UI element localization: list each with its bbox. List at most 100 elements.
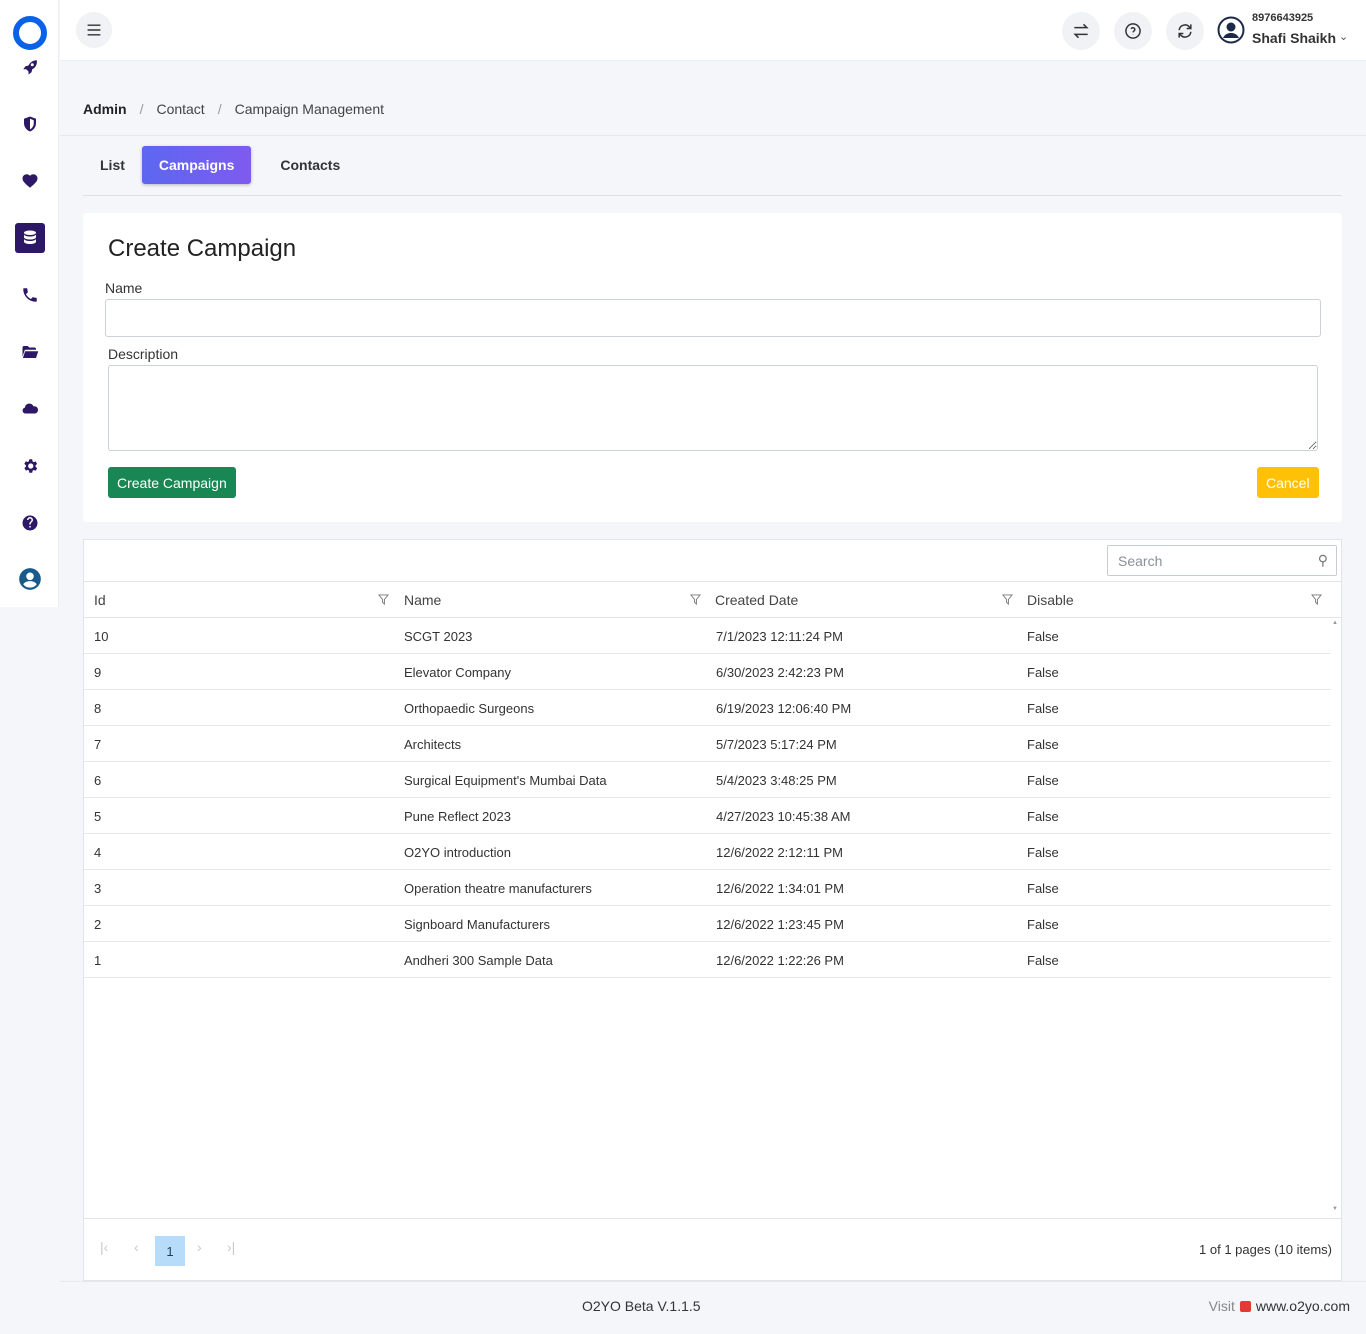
cell-created-date: 6/19/2023 12:06:40 PM (716, 700, 852, 716)
filter-icon[interactable] (690, 594, 701, 605)
cell-id: 4 (94, 844, 102, 860)
search-input[interactable]: Search ⚲ (1107, 545, 1337, 576)
prev-page-icon[interactable]: ‹ (134, 1239, 139, 1255)
next-page-icon[interactable]: › (197, 1239, 202, 1255)
top-header: 8976643925 Shafi Shaikh ⌄ (60, 0, 1366, 61)
last-page-icon[interactable]: ›| (227, 1239, 235, 1255)
filter-icon[interactable] (1002, 594, 1013, 605)
cell-name: Andheri 300 Sample Data (404, 952, 553, 968)
search-icon[interactable]: ⚲ (1318, 552, 1328, 569)
user-avatar-icon[interactable] (1217, 16, 1245, 44)
column-header-id[interactable]: Id (94, 582, 106, 618)
shield-icon[interactable] (15, 109, 45, 139)
breadcrumb: Admin / Contact / Campaign Management (83, 101, 384, 117)
cell-created-date: 7/1/2023 12:11:24 PM (716, 628, 843, 644)
chevron-down-icon[interactable]: ⌄ (1339, 30, 1348, 43)
column-header-disable[interactable]: Disable (1027, 582, 1074, 618)
cell-created-date: 12/6/2022 1:34:01 PM (716, 880, 844, 896)
table-row[interactable]: 3 Operation theatre manufacturers 12/6/202… (84, 870, 1331, 906)
tab-list[interactable]: List (83, 146, 142, 184)
table-row[interactable]: 2 Signboard Manufacturers 12/6/2022 1:23:4… (84, 906, 1331, 942)
search-placeholder: Search (1118, 552, 1163, 569)
create-campaign-button[interactable]: Create Campaign (108, 467, 236, 498)
column-header-name[interactable]: Name (404, 582, 441, 618)
rocket-icon[interactable] (15, 52, 45, 82)
tab-campaigns[interactable]: Campaigns (141, 146, 252, 184)
table-row[interactable]: 8 Orthopaedic Surgeons 6/19/2023 12:06:40 … (84, 690, 1331, 726)
phone-icon[interactable] (15, 280, 45, 310)
heart-icon[interactable] (15, 166, 45, 196)
cell-id: 1 (94, 952, 102, 968)
table-row[interactable]: 1 Andheri 300 Sample Data 12/6/2022 1:22:2… (84, 942, 1331, 978)
cell-id: 7 (94, 736, 102, 752)
page-number[interactable]: 1 (155, 1236, 185, 1266)
cell-disable: False (1027, 772, 1059, 788)
visit-label: Visit (1208, 1298, 1235, 1314)
cell-created-date: 6/30/2023 2:42:23 PM (716, 664, 844, 680)
gear-icon[interactable] (15, 451, 45, 481)
table-body: 10 SCGT 2023 7/1/2023 12:11:24 PM False 9 Ele… (84, 618, 1331, 978)
cell-name: Orthopaedic Surgeons (404, 700, 535, 716)
cell-id: 9 (94, 664, 102, 680)
table-row[interactable]: 5 Pune Reflect 2023 4/27/2023 10:45:38 AM F… (84, 798, 1331, 834)
refresh-icon[interactable] (1166, 12, 1204, 50)
footer-visit[interactable]: Visit www.o2yo.com (1209, 1298, 1350, 1314)
user-circle-icon[interactable] (15, 564, 45, 594)
cell-disable: False (1027, 916, 1059, 932)
pager-info: 1 of 1 pages (10 items) (1199, 1242, 1332, 1257)
description-label: Description (108, 346, 179, 362)
o2yo-logo[interactable] (13, 16, 47, 50)
footer-version: O2YO Beta V.1.1.5 (582, 1298, 701, 1314)
cell-disable: False (1027, 664, 1059, 680)
cell-id: 2 (94, 916, 102, 932)
cell-name: Surgical Equipment's Mumbai Data (404, 772, 607, 788)
cell-disable: False (1027, 628, 1059, 644)
table-row[interactable]: 10 SCGT 2023 7/1/2023 12:11:24 PM False (84, 618, 1331, 654)
user-phone: 8976643925 (1252, 12, 1314, 24)
name-label: Name (105, 280, 143, 296)
first-page-icon[interactable]: |‹ (100, 1239, 108, 1255)
filter-icon[interactable] (1311, 594, 1322, 605)
scroll-down-arrow[interactable]: ▼ (1332, 1206, 1338, 1212)
breadcrumb-campaign-management: Campaign Management (234, 101, 385, 117)
tab-contacts[interactable]: Contacts (263, 146, 357, 184)
table-row[interactable]: 9 Elevator Company 6/30/2023 2:42:23 PM Fal… (84, 654, 1331, 690)
column-header-created-date[interactable]: Created Date (715, 582, 798, 618)
hamburger-menu-icon[interactable] (76, 12, 112, 48)
breadcrumb-admin[interactable]: Admin (83, 101, 127, 117)
pager: |‹ ‹ 1 › ›| 1 of 1 pages (10 items) (84, 1218, 1341, 1280)
cloud-icon[interactable] (15, 394, 45, 424)
folder-open-icon[interactable] (15, 337, 45, 367)
table-row[interactable]: 6 Surgical Equipment's Mumbai Data 5/4/202… (84, 762, 1331, 798)
cell-name: Elevator Company (404, 664, 511, 680)
transfer-icon[interactable] (1062, 12, 1100, 50)
description-textarea[interactable] (108, 365, 1318, 451)
cancel-button[interactable]: Cancel (1257, 467, 1319, 498)
cell-id: 5 (94, 808, 102, 824)
cell-disable: False (1027, 844, 1059, 860)
cell-id: 6 (94, 772, 102, 788)
table-row[interactable]: 4 O2YO introduction 12/6/2022 2:12:11 PM Fa… (84, 834, 1331, 870)
scroll-up-arrow[interactable]: ▲ (1332, 620, 1338, 626)
cell-created-date: 12/6/2022 1:23:45 PM (716, 916, 844, 932)
card-title: Create Campaign (108, 235, 297, 262)
sidebar (0, 0, 59, 607)
tab-bar: List Campaigns Contacts (83, 146, 357, 184)
visit-link[interactable]: www.o2yo.com (1256, 1298, 1350, 1314)
cell-id: 8 (94, 700, 102, 716)
cell-created-date: 5/4/2023 3:48:25 PM (716, 772, 837, 788)
cell-created-date: 4/27/2023 10:45:38 AM (716, 808, 851, 824)
user-name[interactable]: Shafi Shaikh (1252, 30, 1336, 46)
table-row[interactable]: 7 Architects 5/7/2023 5:17:24 PM False (84, 726, 1331, 762)
cell-name: Operation theatre manufacturers (404, 880, 592, 896)
breadcrumb-contact[interactable]: Contact (156, 101, 204, 117)
help-icon[interactable] (1114, 12, 1152, 50)
cell-disable: False (1027, 736, 1059, 752)
question-icon[interactable] (15, 508, 45, 538)
filter-icon[interactable] (378, 594, 389, 605)
create-campaign-card: Create Campaign Name Description Create … (83, 213, 1342, 522)
name-input[interactable] (105, 299, 1321, 337)
cell-name: Signboard Manufacturers (404, 916, 550, 932)
database-icon[interactable] (15, 223, 45, 253)
cell-name: Pune Reflect 2023 (404, 808, 511, 824)
